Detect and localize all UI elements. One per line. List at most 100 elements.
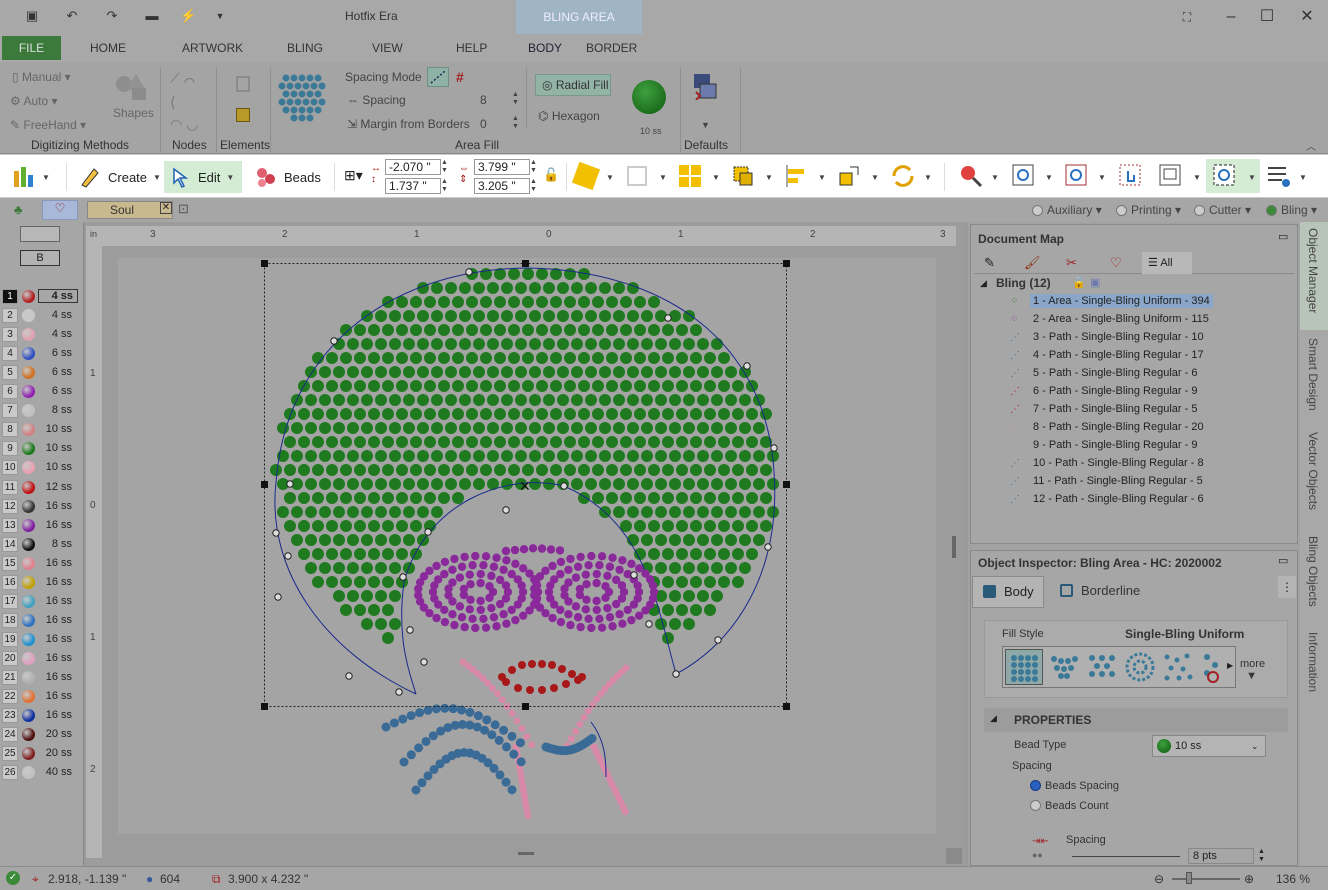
bead-type-select[interactable]: 10 ss ⌄ xyxy=(1152,735,1266,757)
zoom-in-icon[interactable]: ⊕ xyxy=(1244,872,1254,886)
bling-view-icon[interactable]: ♡ xyxy=(42,200,78,220)
path-node[interactable] xyxy=(664,314,672,322)
center-marker-icon[interactable]: ✕ xyxy=(519,479,531,495)
fill-color-dropdown[interactable]: ▼ xyxy=(606,173,614,182)
filter-cut-icon[interactable]: ✂ xyxy=(1066,255,1077,271)
palette-row[interactable]: 24 20 ss xyxy=(2,726,80,743)
inspector-close-icon[interactable]: ▭ xyxy=(1278,554,1288,567)
maximize-button[interactable]: ☐ xyxy=(1256,6,1278,28)
docmap-close-icon[interactable]: ▭ xyxy=(1278,230,1288,243)
palette-row[interactable]: 1 4 ss xyxy=(2,288,80,305)
fill-wave-icon[interactable] xyxy=(1047,651,1081,685)
outline-icon[interactable] xyxy=(627,166,647,186)
manual-button[interactable]: ▯ Manual ▾ xyxy=(12,70,71,84)
docmap-item[interactable]: 9 - Path - Single-Bling Regular - 9 xyxy=(1030,438,1200,452)
palette-row[interactable]: 13 16 ss xyxy=(2,517,80,534)
beads-spacing-radio[interactable]: Beads Spacing xyxy=(1030,780,1119,792)
fill-mixed-icon[interactable] xyxy=(1199,651,1225,685)
palette-row[interactable]: 9 10 ss xyxy=(2,440,80,457)
canvas-splitter[interactable] xyxy=(952,536,956,558)
defaults-icon[interactable] xyxy=(692,72,718,101)
properties-header[interactable]: ◢ PROPERTIES xyxy=(984,708,1288,732)
layer-icon[interactable]: ▣ xyxy=(1090,276,1100,289)
fill-style-gallery[interactable]: ▶ xyxy=(1002,646,1236,688)
group-dropdown[interactable]: ▼ xyxy=(712,173,720,182)
fullscreen-icon[interactable]: ⛶ xyxy=(1176,6,1198,28)
filter-all-tab[interactable]: ☰ All xyxy=(1142,252,1192,274)
more-styles-button[interactable]: more ▼ xyxy=(1240,658,1265,682)
path-node[interactable] xyxy=(399,573,407,581)
height-field[interactable]: 3.205 " xyxy=(474,178,530,194)
tab-borderline[interactable]: Borderline xyxy=(1052,576,1162,608)
margin-spinner[interactable]: ▲ ▼ xyxy=(512,115,519,131)
palette-row[interactable]: 11 12 ss xyxy=(2,479,80,496)
y-position-field[interactable]: 1.737 " xyxy=(385,178,441,194)
tab-view[interactable]: VIEW xyxy=(372,41,403,55)
palette-row[interactable]: 19 16 ss xyxy=(2,631,80,648)
zoom-page-icon[interactable] xyxy=(1011,163,1037,189)
palette-row[interactable]: 20 16 ss xyxy=(2,650,80,667)
zoom-slider[interactable] xyxy=(1172,878,1240,880)
open-icon[interactable]: ▬ xyxy=(144,8,160,24)
collapse-ribbon-icon[interactable]: ︿ xyxy=(1306,138,1316,153)
path-node[interactable] xyxy=(770,444,778,452)
path-node[interactable] xyxy=(272,529,280,537)
palette-row[interactable]: 18 16 ss xyxy=(2,612,80,629)
width-field[interactable]: 3.799 " xyxy=(474,159,530,175)
snap-grid-icon[interactable]: ⊞▾ xyxy=(344,167,363,184)
tree-collapse-icon[interactable]: ◢ xyxy=(980,278,987,289)
path-node[interactable] xyxy=(330,337,338,345)
shapes-icon[interactable] xyxy=(114,70,150,104)
zoom-tool-dropdown[interactable]: ▼ xyxy=(991,173,999,182)
create-button[interactable]: Create ▼ xyxy=(74,161,165,193)
palette-row[interactable]: 7 8 ss xyxy=(2,402,80,419)
zoom-fit-icon[interactable] xyxy=(1158,163,1184,189)
filter-brush-icon[interactable]: 🖌 xyxy=(1024,255,1041,271)
tab-body-props[interactable]: Body xyxy=(972,576,1044,608)
path-node[interactable] xyxy=(465,268,473,276)
path-node[interactable] xyxy=(502,506,510,514)
palette-row[interactable]: 12 16 ss xyxy=(2,498,80,515)
mode-auxiliary[interactable]: Auxiliary ▾ xyxy=(1032,203,1102,217)
docmap-item[interactable]: 7 - Path - Single-Bling Regular - 5 xyxy=(1030,402,1200,416)
side-tab-bling-objects[interactable]: Bling Objects xyxy=(1306,536,1320,607)
list-options-icon[interactable] xyxy=(1266,163,1292,189)
docmap-item[interactable]: 4 - Path - Single-Bling Regular - 17 xyxy=(1030,348,1207,362)
docmap-item[interactable]: 5 - Path - Single-Bling Regular - 6 xyxy=(1030,366,1200,380)
freehand-button[interactable]: ✎ FreeHand ▾ xyxy=(10,118,86,132)
bead-preview-icon[interactable] xyxy=(632,80,666,114)
list-options-dropdown[interactable]: ▼ xyxy=(1299,173,1307,182)
zoom-level[interactable]: 136 % xyxy=(1276,872,1310,886)
beads-button[interactable]: Beads xyxy=(250,161,325,193)
path-node[interactable] xyxy=(560,482,568,490)
fill-random-icon[interactable] xyxy=(1161,651,1195,685)
y-spinner[interactable]: ▲ ▼ xyxy=(441,178,449,194)
side-tab-object-manager[interactable]: Object Manager xyxy=(1306,228,1320,313)
mode-cutter[interactable]: Cutter ▾ xyxy=(1194,203,1251,217)
spacing-value-field[interactable]: 8 pts xyxy=(1188,848,1254,864)
path-node[interactable] xyxy=(420,658,428,666)
path-node[interactable] xyxy=(406,626,414,634)
path-node[interactable] xyxy=(424,528,432,536)
fill-radial-icon[interactable] xyxy=(1123,651,1157,685)
view-mode-button[interactable]: ▼ xyxy=(8,161,54,193)
zoom-selection-icon[interactable] xyxy=(1064,163,1090,189)
tab-artwork[interactable]: ARTWORK xyxy=(182,41,243,55)
docmap-item[interactable]: 12 - Path - Single-Bling Regular - 6 xyxy=(1030,492,1207,506)
inspector-menu-icon[interactable]: ⋮ xyxy=(1278,576,1296,598)
path-node[interactable] xyxy=(395,688,403,696)
transform-dropdown[interactable]: ▼ xyxy=(924,173,932,182)
radial-fill-button[interactable]: ◎ Radial Fill xyxy=(535,74,611,96)
palette-row[interactable]: 10 10 ss xyxy=(2,459,80,476)
canvas-h-splitter[interactable] xyxy=(518,852,534,855)
order-icon[interactable] xyxy=(838,165,860,187)
path-node[interactable] xyxy=(630,571,638,579)
palette-list-icon[interactable] xyxy=(20,226,60,242)
filter-bling-icon[interactable]: ♡ xyxy=(1110,255,1122,271)
palette-header[interactable]: B xyxy=(20,250,60,266)
save-icon[interactable]: ▣ xyxy=(24,8,40,24)
auto-button[interactable]: ⚙ Auto ▾ xyxy=(10,94,57,108)
palette-row[interactable]: 14 8 ss xyxy=(2,536,80,553)
tab-help[interactable]: HELP xyxy=(456,41,487,55)
docmap-item[interactable]: 2 - Area - Single-Bling Uniform - 115 xyxy=(1030,312,1212,326)
